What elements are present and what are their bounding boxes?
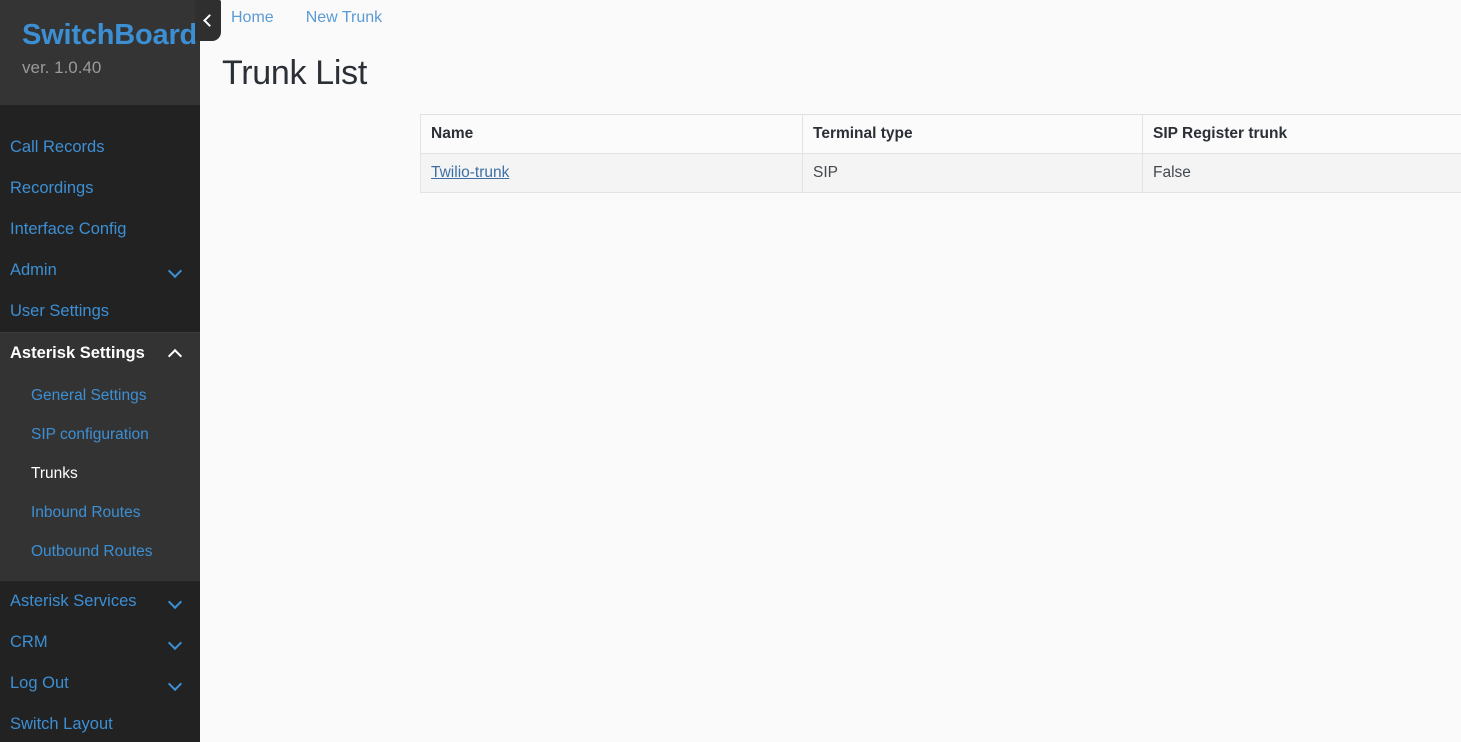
cell-terminal-type: SIP [802, 153, 1143, 193]
sidebar-item-label: Interface Config [10, 220, 127, 238]
sidebar-item-asterisk-services[interactable]: Asterisk Services [0, 581, 200, 622]
chevron-left-icon [203, 14, 216, 27]
trunk-table: Name Terminal type SIP Register trunk En… [420, 114, 1461, 193]
app-root: SwitchBoard ver. 1.0.40 Call Records Rec… [0, 0, 1461, 742]
sidebar-subitem-label: General Settings [31, 386, 147, 404]
cell-name: Twilio-trunk [420, 153, 803, 193]
trunk-name-link[interactable]: Twilio-trunk [431, 164, 509, 181]
sidebar-item-user-settings[interactable]: User Settings [0, 291, 200, 332]
table-header-row: Name Terminal type SIP Register trunk En… [420, 114, 1461, 154]
sidebar-subitem-label: SIP configuration [31, 425, 149, 443]
sidebar-item-label: Asterisk Services [10, 592, 137, 610]
column-header-sip-register-trunk: SIP Register trunk [1142, 114, 1461, 154]
breadcrumb: Home New Trunk [200, 0, 1461, 36]
trunk-table-container: Name Terminal type SIP Register trunk En… [200, 114, 1461, 193]
sidebar-subitem-label: Trunks [31, 464, 78, 482]
sidebar-subitem-outbound-routes[interactable]: Outbound Routes [0, 532, 200, 571]
nav-link-home[interactable]: Home [231, 9, 274, 27]
sidebar: SwitchBoard ver. 1.0.40 Call Records Rec… [0, 0, 200, 742]
sidebar-item-label: CRM [10, 633, 48, 651]
sidebar-subitem-label: Outbound Routes [31, 542, 153, 560]
sidebar-subitem-label: Inbound Routes [31, 503, 141, 521]
sidebar-item-label: Recordings [10, 179, 94, 197]
chevron-down-icon [169, 264, 182, 277]
sidebar-item-label: User Settings [10, 302, 110, 320]
sidebar-item-call-records[interactable]: Call Records [0, 127, 200, 168]
sidebar-subitem-trunks[interactable]: Trunks [0, 454, 200, 493]
sidebar-item-label: Admin [10, 261, 57, 279]
table-head: Name Terminal type SIP Register trunk En… [420, 114, 1461, 154]
main-content: Home New Trunk Trunk List Name Terminal … [200, 0, 1461, 742]
sidebar-item-label: Log Out [10, 674, 69, 692]
chevron-up-icon [169, 347, 182, 360]
sidebar-collapse-toggle[interactable] [195, 0, 221, 41]
page-title: Trunk List [222, 54, 368, 92]
brand-title: SwitchBoard [22, 19, 198, 51]
chevron-down-icon [169, 595, 182, 608]
sidebar-subitem-inbound-routes[interactable]: Inbound Routes [0, 493, 200, 532]
column-header-terminal-type: Terminal type [802, 114, 1143, 154]
sidebar-subitem-sip-configuration[interactable]: SIP configuration [0, 415, 200, 454]
sidebar-item-interface-config[interactable]: Interface Config [0, 209, 200, 250]
chevron-down-icon [169, 677, 182, 690]
sidebar-item-log-out[interactable]: Log Out [0, 663, 200, 704]
sidebar-item-label: Switch Layout [10, 715, 113, 733]
sidebar-item-recordings[interactable]: Recordings [0, 168, 200, 209]
sidebar-item-label: Asterisk Settings [10, 343, 145, 362]
brand-version: ver. 1.0.40 [22, 58, 102, 77]
table-row: Twilio-trunk SIP False True [420, 153, 1461, 193]
sidebar-item-crm[interactable]: CRM [0, 622, 200, 663]
nav-link-new-trunk[interactable]: New Trunk [306, 9, 382, 27]
chevron-down-icon [169, 636, 182, 649]
sidebar-subitem-general-settings[interactable]: General Settings [0, 376, 200, 415]
column-header-name: Name [420, 114, 803, 154]
sidebar-item-switch-layout[interactable]: Switch Layout [0, 704, 200, 742]
table-body: Twilio-trunk SIP False True [420, 153, 1461, 193]
sidebar-item-asterisk-settings[interactable]: Asterisk Settings [0, 332, 200, 373]
sidebar-item-label: Call Records [10, 138, 105, 156]
brand-header: SwitchBoard ver. 1.0.40 [0, 0, 200, 105]
sidebar-item-admin[interactable]: Admin [0, 250, 200, 291]
sidebar-submenu-asterisk-settings: General Settings SIP configuration Trunk… [0, 373, 200, 581]
cell-sip-register-trunk: False [1142, 153, 1461, 193]
sidebar-nav: Call Records Recordings Interface Config… [0, 105, 200, 742]
